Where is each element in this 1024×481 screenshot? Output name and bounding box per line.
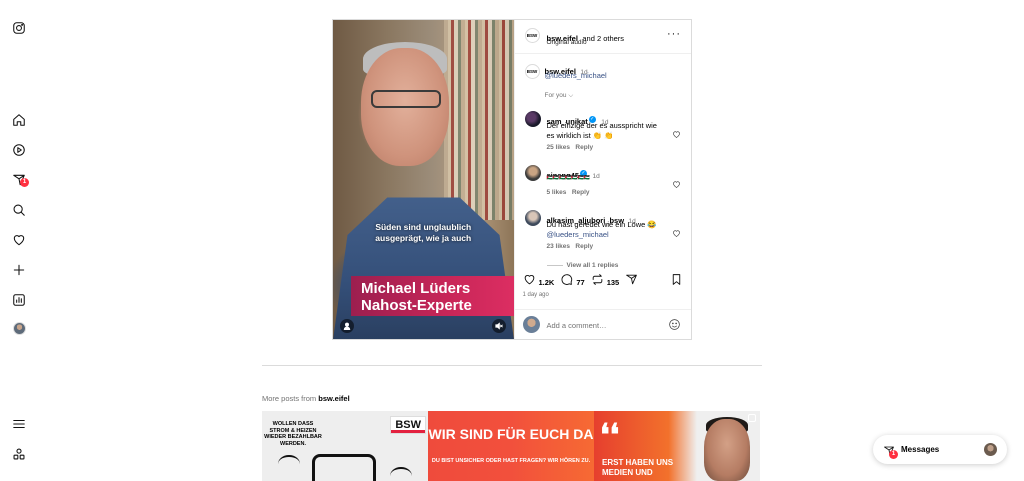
add-comment-row: Add a comment…	[514, 309, 691, 339]
multi-post-icon	[748, 414, 756, 422]
comment-text: Der einzige der es ausspricht wie es wir…	[546, 121, 657, 140]
video-subtitle: Süden sind unglaublich ausgeprägt, wie j…	[375, 222, 472, 243]
more-posts-grid: WOLLEN DASS STROM & HEIZEN WIEDER BEZAHL…	[262, 411, 761, 481]
comment-text: 🇵🇸🇵🇸🇵🇸🇵🇸🇵🇸🇵🇸🇵🇸	[546, 175, 591, 181]
add-comment-input[interactable]: Add a comment…	[547, 321, 607, 330]
create-plus-icon[interactable]	[11, 262, 27, 278]
tagged-users-icon[interactable]	[340, 319, 354, 333]
like-heart-icon[interactable]	[523, 273, 536, 291]
messages-icon: 1	[883, 444, 898, 459]
comment-text: Du hast geredet wie ein Löwe 😂	[546, 220, 657, 229]
comment-likes[interactable]: 23 likes	[547, 243, 571, 250]
comment-mention[interactable]: @lueders_michael	[547, 230, 609, 239]
audio-label[interactable]: Original audio	[547, 39, 587, 46]
bsw-logo: BSW	[390, 416, 426, 434]
comment-avatar[interactable]	[524, 165, 541, 181]
more-options-icon[interactable]: ···	[667, 29, 681, 40]
comment-avatar[interactable]	[524, 111, 541, 127]
post-thumbnail[interactable]: WOLLEN DASS STROM & HEIZEN WIEDER BEZAHL…	[262, 411, 428, 481]
post-header: BSW bsw.eifel and 2 others Original audi…	[514, 20, 691, 54]
emoji-icon[interactable]	[668, 318, 681, 331]
section-divider	[262, 365, 762, 366]
comment-likes[interactable]: 5 likes	[547, 189, 567, 196]
post-age: 1 day ago	[522, 292, 549, 298]
comments-pane: BSW bsw.eifel and 2 others Original audi…	[513, 20, 691, 339]
dashboard-icon[interactable]	[11, 292, 27, 308]
profile-avatar[interactable]	[11, 320, 27, 336]
comment-bubble-icon[interactable]	[560, 273, 573, 291]
post-card: Süden sind unglaublich ausgeprägt, wie j…	[332, 19, 692, 340]
messages-label: Messages	[901, 445, 940, 454]
conversation-avatar	[984, 443, 997, 456]
comment-avatar[interactable]	[524, 210, 541, 226]
repost-count: 135	[606, 277, 620, 287]
lower-third-text: Michael Lüders Nahost-Experte	[361, 280, 472, 314]
current-user-avatar	[522, 316, 540, 333]
post-thumbnail[interactable]: ❛❛ ERST HABEN UNS MEDIEN UND	[594, 411, 760, 481]
notifications-heart-icon[interactable]	[11, 232, 27, 248]
comment-like-heart-icon[interactable]	[672, 126, 681, 138]
comment-filter[interactable]: For you ⌵	[545, 92, 574, 100]
reel-video[interactable]: Süden sind unglaublich ausgeprägt, wie j…	[333, 20, 514, 339]
reply-button[interactable]: Reply	[575, 144, 593, 151]
instagram-logo-icon[interactable]	[11, 20, 27, 36]
caption-avatar[interactable]: BSW	[524, 64, 540, 79]
home-icon[interactable]	[11, 112, 27, 128]
comment-count: 77	[576, 277, 585, 287]
reply-button[interactable]: Reply	[572, 189, 590, 196]
more-posts-heading: More posts from bsw.eifel	[262, 394, 350, 403]
collab-others[interactable]: and 2 others	[582, 34, 624, 43]
save-bookmark-icon[interactable]	[670, 273, 683, 291]
view-replies-button[interactable]: View all 1 replies	[546, 262, 618, 269]
also-from-meta-icon[interactable]	[11, 446, 27, 462]
post-actions-bar: 1.2K 77 135	[523, 274, 684, 290]
left-nav-rail: 1	[0, 0, 40, 481]
author-avatar[interactable]: BSW	[524, 28, 540, 43]
caption-mention[interactable]: @lueders_michael	[545, 71, 607, 80]
reels-icon[interactable]	[11, 142, 27, 158]
repost-icon[interactable]	[591, 273, 604, 291]
post-thumbnail[interactable]: WIR SIND FÜR EUCH DA DU BIST UNSICHER OD…	[428, 411, 594, 481]
comment-like-heart-icon[interactable]	[672, 225, 681, 237]
share-icon[interactable]	[625, 273, 638, 291]
messages-icon[interactable]: 1	[11, 172, 29, 188]
comment-like-heart-icon[interactable]	[672, 176, 681, 188]
messages-badge: 1	[20, 178, 29, 187]
chevron-down-icon: ⌵	[568, 92, 574, 99]
messages-pill-button[interactable]: 1 Messages	[873, 435, 1007, 464]
comment-likes[interactable]: 25 likes	[547, 144, 571, 151]
like-count[interactable]: 1.2K	[539, 278, 555, 287]
search-icon[interactable]	[11, 202, 27, 218]
more-menu-icon[interactable]	[11, 416, 27, 432]
reply-button[interactable]: Reply	[575, 243, 593, 250]
mute-icon[interactable]	[492, 319, 506, 333]
messages-badge: 1	[889, 450, 898, 459]
